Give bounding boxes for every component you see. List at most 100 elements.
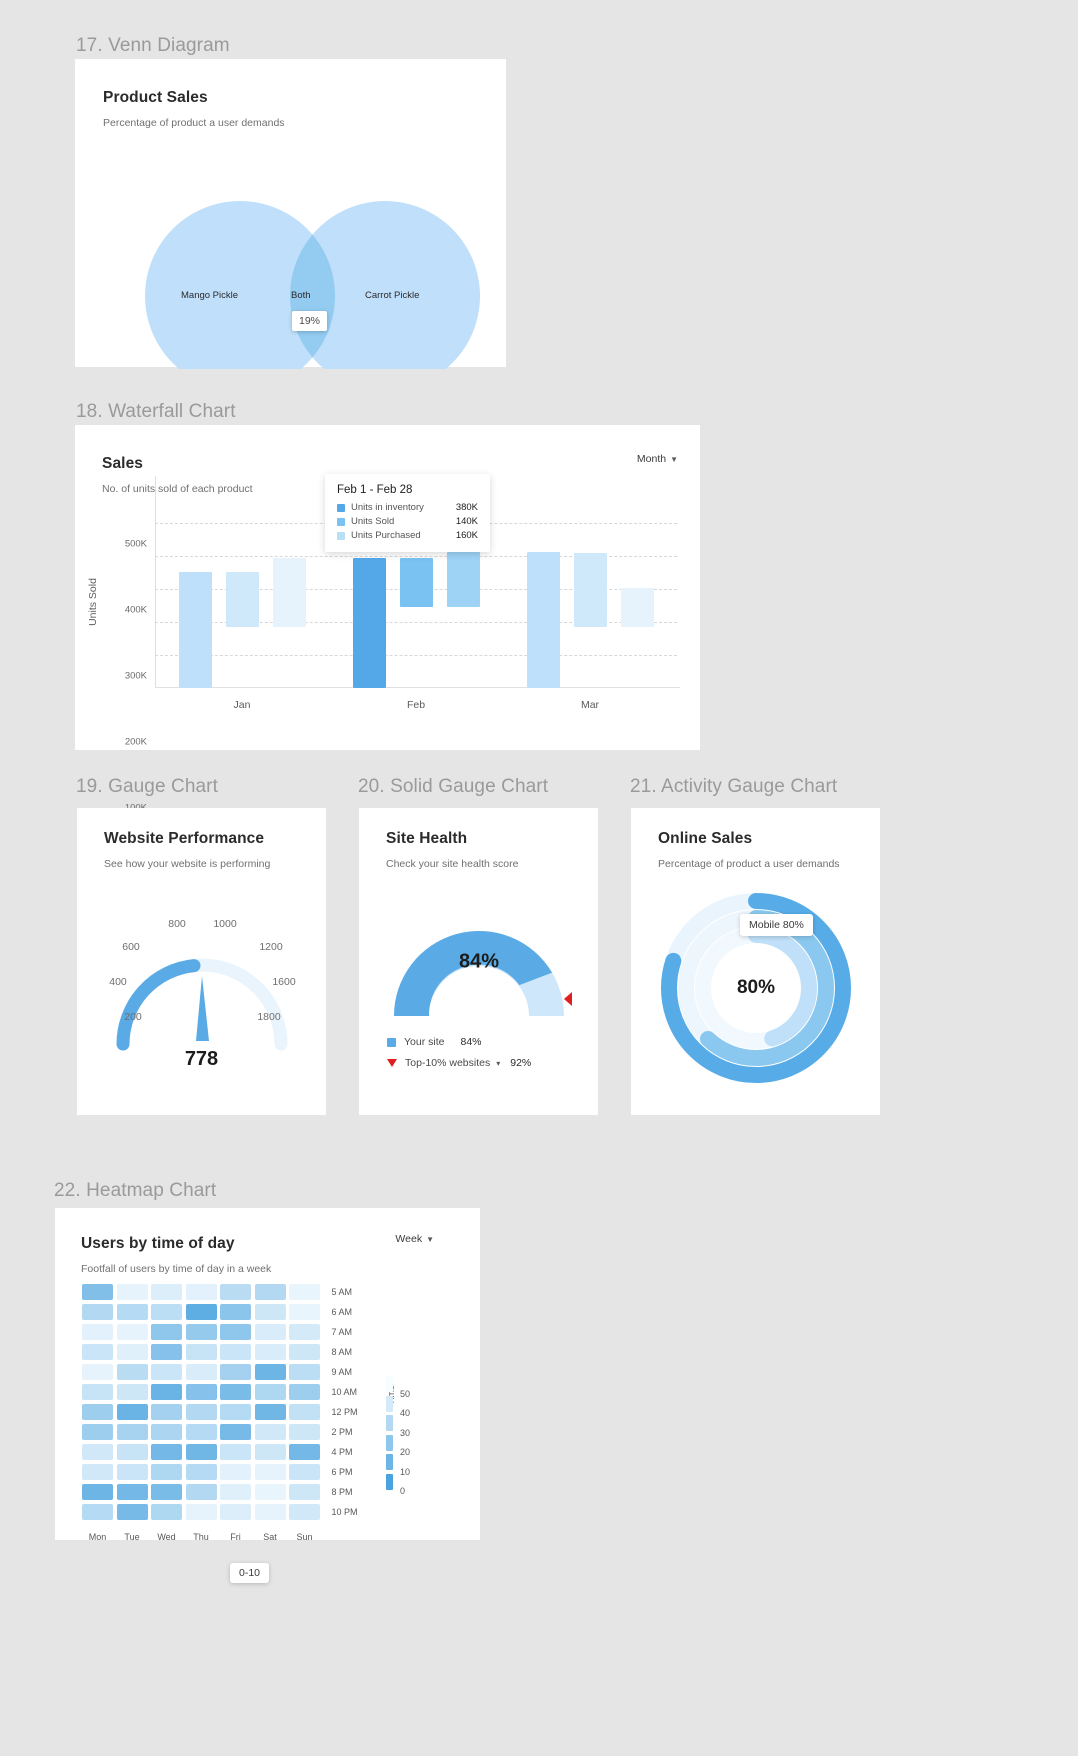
- heatmap-cell[interactable]: [116, 1304, 148, 1320]
- heatmap-cell[interactable]: [151, 1444, 182, 1460]
- heatmap-cell[interactable]: [82, 1324, 113, 1340]
- heatmap-cell[interactable]: [82, 1504, 113, 1520]
- heatmap-cell[interactable]: [116, 1364, 148, 1380]
- heatmap-cell[interactable]: [185, 1424, 217, 1440]
- heatmap-cell[interactable]: [220, 1484, 251, 1500]
- heatmap-cell[interactable]: [151, 1284, 182, 1300]
- heatmap-cell[interactable]: [289, 1464, 320, 1480]
- heatmap-cell[interactable]: [254, 1404, 286, 1420]
- heatmap-cell[interactable]: [220, 1424, 251, 1440]
- heatmap-cell[interactable]: [82, 1484, 113, 1500]
- heatmap-cell[interactable]: [289, 1424, 320, 1440]
- waterfall-bar[interactable]: [620, 588, 654, 627]
- heatmap-cell[interactable]: [151, 1344, 182, 1360]
- heatmap-cell[interactable]: [289, 1284, 320, 1300]
- heatmap-cell[interactable]: [289, 1324, 320, 1340]
- gauge-svg[interactable]: [99, 884, 305, 1064]
- heatmap-cell[interactable]: [220, 1504, 251, 1520]
- heatmap-cell[interactable]: [82, 1304, 113, 1320]
- heatmap-cell[interactable]: [151, 1304, 182, 1320]
- heatmap-cell[interactable]: [151, 1484, 182, 1500]
- heatmap-cell[interactable]: [82, 1384, 113, 1400]
- heatmap-cell[interactable]: [220, 1384, 251, 1400]
- heatmap-cell[interactable]: [151, 1464, 182, 1480]
- heatmap-cell[interactable]: [185, 1284, 217, 1300]
- heatmap-cell[interactable]: [254, 1364, 286, 1380]
- waterfall-bar[interactable]: [225, 572, 259, 627]
- heatmap-cell[interactable]: [220, 1324, 251, 1340]
- heatmap-cell[interactable]: [289, 1364, 320, 1380]
- heatmap-cell[interactable]: [116, 1324, 148, 1340]
- heatmap-cell[interactable]: [220, 1404, 251, 1420]
- heatmap-cell[interactable]: [220, 1444, 251, 1460]
- heatmap-cell[interactable]: [254, 1484, 286, 1500]
- waterfall-bar[interactable]: [573, 553, 607, 627]
- heatmap-cell[interactable]: [254, 1384, 286, 1400]
- waterfall-bar[interactable]: [352, 558, 386, 688]
- heatmap-cell[interactable]: [82, 1284, 113, 1300]
- heatmap-cell[interactable]: [220, 1284, 251, 1300]
- heatmap-cell[interactable]: [289, 1344, 320, 1360]
- heatmap-cell[interactable]: [82, 1444, 113, 1460]
- heatmap-cell[interactable]: [82, 1424, 113, 1440]
- heatmap-cell[interactable]: [254, 1504, 286, 1520]
- heatmap-cell[interactable]: [82, 1364, 113, 1380]
- waterfall-period-dropdown[interactable]: Month ▼: [637, 453, 678, 465]
- waterfall-bar[interactable]: [526, 551, 560, 688]
- heatmap-cell[interactable]: [185, 1484, 217, 1500]
- heatmap-cell[interactable]: [220, 1304, 251, 1320]
- heatmap-cell[interactable]: [151, 1364, 182, 1380]
- heatmap-cell[interactable]: [220, 1464, 251, 1480]
- heatmap-cell[interactable]: [254, 1324, 286, 1340]
- heatmap-cell[interactable]: [254, 1304, 286, 1320]
- heatmap-cell[interactable]: [151, 1424, 182, 1440]
- heatmap-cell[interactable]: [151, 1404, 182, 1420]
- heatmap-cell[interactable]: [116, 1464, 148, 1480]
- heatmap-cell[interactable]: [185, 1324, 217, 1340]
- heatmap-cell[interactable]: [254, 1424, 286, 1440]
- heatmap-cell[interactable]: [116, 1344, 148, 1360]
- chevron-down-icon[interactable]: ▾: [496, 1059, 500, 1068]
- solidgauge-legend-row-top10[interactable]: Top-10% websites ▾ 92%: [387, 1057, 577, 1069]
- heatmap-cell[interactable]: [82, 1464, 113, 1480]
- heatmap-cell[interactable]: [185, 1404, 217, 1420]
- heatmap-cell[interactable]: [116, 1484, 148, 1500]
- heatmap-cell[interactable]: [289, 1304, 320, 1320]
- heatmap-cell[interactable]: [116, 1504, 148, 1520]
- heatmap-cell[interactable]: [151, 1324, 182, 1340]
- heatmap-cell[interactable]: [185, 1384, 217, 1400]
- solidgauge-legend-row-your-site[interactable]: Your site 84%: [387, 1036, 577, 1048]
- heatmap-cell[interactable]: [289, 1444, 320, 1460]
- heatmap-cell[interactable]: [254, 1444, 286, 1460]
- heatmap-cell[interactable]: [82, 1404, 113, 1420]
- heatmap-cell[interactable]: [185, 1304, 217, 1320]
- heatmap-cell[interactable]: [220, 1364, 251, 1380]
- heatmap-cell[interactable]: [289, 1504, 320, 1520]
- heatmap-cell[interactable]: [254, 1464, 286, 1480]
- heatmap-cell[interactable]: [289, 1484, 320, 1500]
- heatmap-cell[interactable]: [116, 1424, 148, 1440]
- heatmap-cell[interactable]: [116, 1404, 148, 1420]
- heatmap-cell[interactable]: [185, 1444, 217, 1460]
- heatmap-cell[interactable]: [254, 1284, 286, 1300]
- waterfall-bar[interactable]: [178, 572, 212, 688]
- waterfall-bar[interactable]: [399, 558, 433, 608]
- heatmap-period-dropdown[interactable]: Week ▼: [395, 1233, 434, 1245]
- heatmap-cell[interactable]: [116, 1384, 148, 1400]
- heatmap-cell[interactable]: [116, 1444, 148, 1460]
- heatmap-cell[interactable]: [185, 1364, 217, 1380]
- heatmap-cell[interactable]: [185, 1464, 217, 1480]
- heatmap-cell[interactable]: [116, 1284, 148, 1300]
- heatmap-cell[interactable]: [185, 1504, 217, 1520]
- heatmap-cell[interactable]: [289, 1404, 320, 1420]
- heatmap-cell[interactable]: [254, 1344, 286, 1360]
- heatmap-cell[interactable]: [82, 1344, 113, 1360]
- heatmap-cell[interactable]: [151, 1384, 182, 1400]
- heatmap-cell[interactable]: [185, 1344, 217, 1360]
- waterfall-bar[interactable]: [272, 557, 306, 627]
- waterfall-bar[interactable]: [446, 551, 480, 608]
- heatmap-cell[interactable]: [220, 1344, 251, 1360]
- heatmap-cell[interactable]: [289, 1384, 320, 1400]
- heatmap-cell[interactable]: [151, 1504, 182, 1520]
- waterfall-y-axis-label: Units Sold: [87, 577, 99, 626]
